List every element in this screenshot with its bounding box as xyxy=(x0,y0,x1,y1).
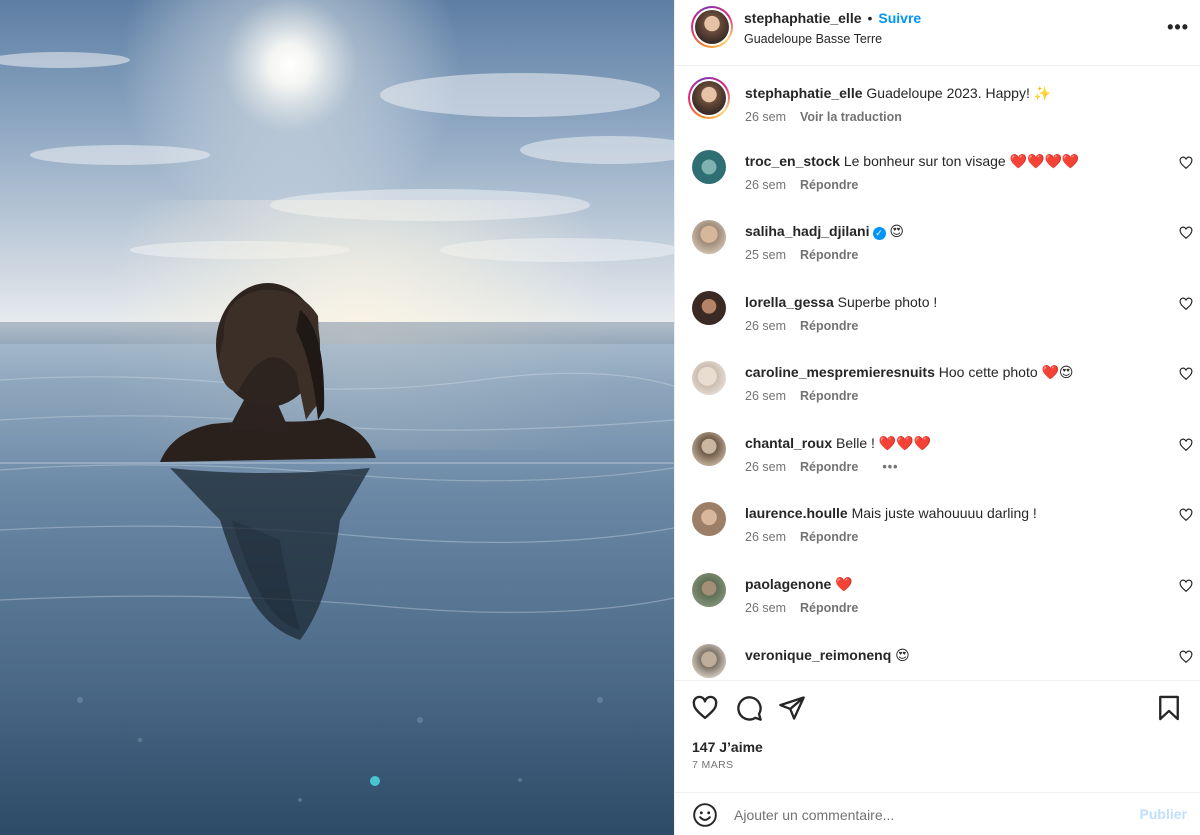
comment-text: 😍 xyxy=(889,223,904,239)
comment-heart-icon[interactable] xyxy=(1179,650,1193,664)
comment-heart-icon[interactable] xyxy=(1179,579,1193,593)
comment-text: Belle ! ❤️❤️❤️ xyxy=(836,435,932,451)
comment-row: laurence.houlle Mais juste wahouuuu darl… xyxy=(675,502,1200,572)
reply-button[interactable]: Répondre xyxy=(800,530,858,544)
comment-text: Superbe photo ! xyxy=(837,294,938,310)
send-icon[interactable] xyxy=(778,694,806,722)
comment-time[interactable]: 26 sem xyxy=(745,460,786,474)
post-details-panel: stephaphatie_elle • Suivre Guadeloupe Bass… xyxy=(674,0,1200,835)
heart-icon[interactable] xyxy=(691,694,719,722)
comment-username[interactable]: lorella_gessa xyxy=(745,294,834,310)
more-horizontal-icon[interactable]: ••• xyxy=(1167,17,1189,38)
photo-scene xyxy=(0,0,674,835)
comment-row: caroline_mespremieresnuits Hoo cette pho… xyxy=(675,361,1200,431)
commenter-avatar[interactable] xyxy=(692,573,726,607)
reply-button[interactable]: Répondre xyxy=(800,389,858,403)
comment-text: ❤️ xyxy=(835,576,853,592)
reply-button[interactable]: Répondre xyxy=(800,460,858,474)
caption: stephaphatie_elle Guadeloupe 2023. Happy… xyxy=(675,77,1200,147)
follow-button[interactable]: Suivre xyxy=(878,10,921,26)
post-header: stephaphatie_elle • Suivre Guadeloupe Bass… xyxy=(675,0,1200,66)
comment-heart-icon[interactable] xyxy=(1179,156,1193,170)
comment-username[interactable]: veronique_reimonenq xyxy=(745,647,891,663)
comment-row: troc_en_stock Le bonheur sur ton visage … xyxy=(675,150,1200,220)
section-divider xyxy=(675,792,1200,793)
verified-badge-icon: ✓ xyxy=(872,227,886,240)
post-date[interactable]: 7 MARS xyxy=(692,759,734,771)
comment-username[interactable]: troc_en_stock xyxy=(745,153,840,169)
post-comment-button[interactable]: Publier xyxy=(1140,806,1187,822)
comment-row: chantal_roux Belle ! ❤️❤️❤️ 26 sem Répond… xyxy=(675,432,1200,502)
post-photo[interactable] xyxy=(0,0,674,835)
commenter-avatar[interactable] xyxy=(692,644,726,678)
comment-text: Mais juste wahouuuu darling ! xyxy=(851,505,1037,521)
commenter-avatar[interactable] xyxy=(692,150,726,184)
emoji-icon[interactable] xyxy=(692,802,718,828)
header-separator: • xyxy=(867,10,873,26)
reply-button[interactable]: Répondre xyxy=(800,248,858,262)
comment-text: Le bonheur sur ton visage ❤️❤️❤️❤️ xyxy=(843,153,1080,169)
commenter-avatar[interactable] xyxy=(692,291,726,325)
comments-list[interactable]: stephaphatie_elle Guadeloupe 2023. Happy… xyxy=(675,67,1200,680)
commenter-avatar[interactable] xyxy=(692,220,726,254)
comment-time[interactable]: 26 sem xyxy=(745,178,786,192)
likes-count[interactable]: 147 J’aime xyxy=(692,739,763,755)
comment-row: lorella_gessa Superbe photo ! 26 sem Répo… xyxy=(675,291,1200,361)
comment-text: 😍 xyxy=(895,647,910,663)
comment-text: Hoo cette photo ❤️😍 xyxy=(938,364,1074,380)
comment-time[interactable]: 26 sem xyxy=(745,389,786,403)
reply-button[interactable]: Répondre xyxy=(800,319,858,333)
comment-more-icon[interactable]: ••• xyxy=(882,460,898,474)
comment-username[interactable]: saliha_hadj_djilani xyxy=(745,223,870,239)
commenter-avatar[interactable] xyxy=(692,432,726,466)
comment-time[interactable]: 26 sem xyxy=(745,319,786,333)
commenter-avatar[interactable] xyxy=(692,361,726,395)
comment-input[interactable] xyxy=(734,804,1124,826)
reply-button[interactable]: Répondre xyxy=(800,601,858,615)
comment-time[interactable]: 25 sem xyxy=(745,248,786,262)
comment-heart-icon[interactable] xyxy=(1179,438,1193,452)
author-avatar[interactable] xyxy=(691,6,733,48)
caption-avatar[interactable] xyxy=(688,77,730,119)
commenter-avatar[interactable] xyxy=(692,502,726,536)
author-username[interactable]: stephaphatie_elle xyxy=(744,10,862,26)
comment-row: paolagenone ❤️ 26 sem Répondre xyxy=(675,573,1200,643)
translate-link[interactable]: Voir la traduction xyxy=(800,110,902,124)
post-location[interactable]: Guadeloupe Basse Terre xyxy=(744,32,882,46)
section-divider xyxy=(675,680,1200,681)
comment-heart-icon[interactable] xyxy=(1179,226,1193,240)
comment-row: veronique_reimonenq 😍 xyxy=(675,644,1200,680)
comment-username[interactable]: laurence.houlle xyxy=(745,505,848,521)
comment-icon[interactable] xyxy=(735,694,763,722)
comment-username[interactable]: chantal_roux xyxy=(745,435,832,451)
comment-time[interactable]: 26 sem xyxy=(745,601,786,615)
comment-row: saliha_hadj_djilani ✓ 😍 25 sem Répondre xyxy=(675,220,1200,290)
comment-heart-icon[interactable] xyxy=(1179,367,1193,381)
caption-time[interactable]: 26 sem xyxy=(745,110,786,124)
bookmark-icon[interactable] xyxy=(1155,694,1183,722)
caption-text: Guadeloupe 2023. Happy! ✨ xyxy=(866,85,1052,101)
caption-username[interactable]: stephaphatie_elle xyxy=(745,85,863,101)
post-actions xyxy=(675,690,1200,730)
reply-button[interactable]: Répondre xyxy=(800,178,858,192)
comment-heart-icon[interactable] xyxy=(1179,297,1193,311)
comment-heart-icon[interactable] xyxy=(1179,508,1193,522)
comment-username[interactable]: paolagenone xyxy=(745,576,831,592)
comment-time[interactable]: 26 sem xyxy=(745,530,786,544)
comment-username[interactable]: caroline_mespremieresnuits xyxy=(745,364,935,380)
